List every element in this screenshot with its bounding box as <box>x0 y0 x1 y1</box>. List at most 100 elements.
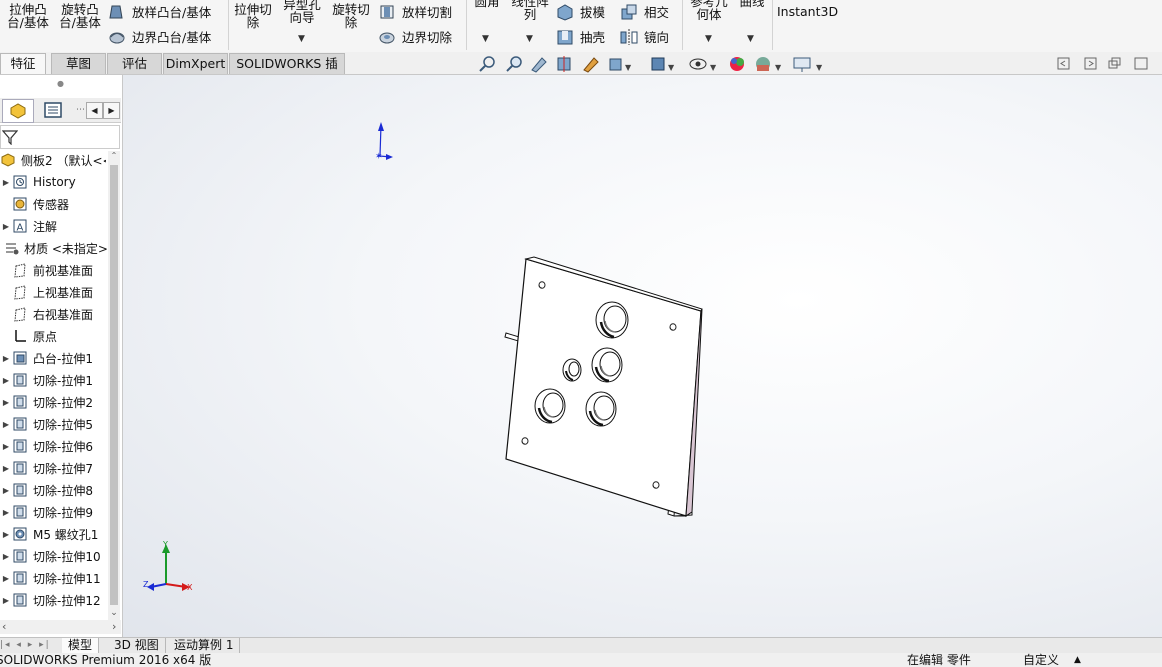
tree-filter-box[interactable] <box>0 125 120 149</box>
instant3d-button[interactable]: Instant3D <box>777 5 838 18</box>
loft-boss-button[interactable]: 放样凸台/基体 <box>108 2 211 21</box>
intersect-button[interactable]: 相交 <box>620 2 669 21</box>
view-settings-icon[interactable]: ▼ <box>793 57 823 72</box>
curves-button[interactable]: 曲线 <box>736 0 768 8</box>
tree-item[interactable]: 传感器 <box>0 194 108 214</box>
part-model[interactable] <box>504 256 703 517</box>
tab-solidworks-addins[interactable]: SOLIDWORKS 插件 <box>229 53 345 91</box>
tree-item[interactable]: ▶ 切除-拉伸9 <box>0 502 108 522</box>
section-view-icon[interactable] <box>557 56 571 72</box>
scroll-right-icon[interactable]: › <box>112 620 116 633</box>
dynamic-annotation-icon[interactable] <box>583 57 599 73</box>
shell-button[interactable]: 抽壳 <box>556 27 605 46</box>
tree-item[interactable]: ▶ 切除-拉伸7 <box>0 458 108 478</box>
tab-3d-view[interactable]: 3D 视图 <box>108 638 166 653</box>
tab-sketch[interactable]: 草图 <box>51 53 106 74</box>
tab-motion-study[interactable]: 运动算例 1 <box>168 638 241 653</box>
tab-features[interactable]: 特征 <box>0 53 46 74</box>
graphics-area[interactable]: ✶ Y X Z <box>123 75 1162 637</box>
tree-item[interactable]: ▶ 切除-拉伸8 <box>0 480 108 500</box>
edit-appearance-icon[interactable] <box>730 57 744 71</box>
mirror-button[interactable]: 镜向 <box>620 27 669 46</box>
curves-dropdown-icon[interactable]: ▼ <box>747 34 754 44</box>
apply-scene-icon[interactable]: ▼ <box>756 57 782 72</box>
panel-grip-icon[interactable]: ● <box>0 80 121 88</box>
configuration-manager-tab[interactable]: ⋯ <box>76 99 85 121</box>
unit-system-dropdown-icon[interactable]: ▲ <box>1074 653 1081 667</box>
draft-button[interactable]: 拔模 <box>556 2 605 21</box>
expand-arrow-icon[interactable]: ▶ <box>0 464 12 473</box>
scroll-thumb[interactable] <box>110 165 118 605</box>
tree-item[interactable]: ▶ A 注解 <box>0 216 108 236</box>
tree-item[interactable]: ▶ 凸台-拉伸1 <box>0 348 108 368</box>
expand-arrow-icon[interactable]: ▶ <box>0 552 12 561</box>
tree-vertical-scrollbar[interactable]: ⌃ ⌄ <box>108 151 120 622</box>
expand-arrow-icon[interactable]: ▶ <box>0 178 12 187</box>
tree-item[interactable]: ▶ 切除-拉伸10 <box>0 546 108 566</box>
restore-right-icon[interactable] <box>1084 57 1097 70</box>
expand-arrow-icon[interactable]: ▶ <box>0 354 12 363</box>
tree-item[interactable]: 前视基准面 <box>0 260 108 280</box>
boundary-boss-button[interactable]: 边界凸台/基体 <box>108 27 211 46</box>
tree-item[interactable]: 上视基准面 <box>0 282 108 302</box>
expand-arrow-icon[interactable]: ▶ <box>0 508 12 517</box>
feature-manager-tab[interactable] <box>2 99 34 123</box>
revolve-boss-button[interactable]: 旋转凸 台/基体 <box>56 3 104 29</box>
tab-model[interactable]: 模型 <box>62 638 100 653</box>
previous-view-icon[interactable] <box>531 57 547 73</box>
zoom-to-area-icon[interactable] <box>506 56 522 72</box>
maximize-window-icon[interactable] <box>1134 57 1148 70</box>
fillet-button[interactable]: 圆角 <box>470 0 504 8</box>
tree-item[interactable]: ▶ 切除-拉伸12 <box>0 590 108 610</box>
tree-item[interactable]: 材质 <未指定> <box>0 238 108 258</box>
loft-cut-button[interactable]: 放样切割 <box>378 2 452 21</box>
scroll-left-icon[interactable]: ‹ <box>2 620 6 633</box>
linear-pattern-button[interactable]: 线性阵 列 <box>507 0 553 21</box>
tab-navigation-arrows-icon[interactable]: |◂ ◂ ▸ ▸| <box>0 638 62 653</box>
tree-item[interactable]: ▶ 切除-拉伸11 <box>0 568 108 588</box>
tree-item[interactable]: ▶ History <box>0 172 108 192</box>
zoom-to-fit-icon[interactable] <box>479 56 495 72</box>
expand-arrow-icon[interactable]: ▶ <box>0 442 12 451</box>
tab-evaluate[interactable]: 评估 <box>107 53 162 74</box>
expand-arrow-icon[interactable]: ▶ <box>0 486 12 495</box>
tree-root-part[interactable]: 侧板2 （默认<<默认>_显示状态 1>） <box>0 150 106 170</box>
hole-wizard-button[interactable]: 异型孔 向导 <box>279 0 325 24</box>
revolve-cut-button[interactable]: 旋转切 除 <box>328 3 374 29</box>
tabs-scroll-right-icon[interactable]: ▶ <box>103 102 120 119</box>
extrude-boss-button[interactable]: 拉伸凸 台/基体 <box>4 3 52 29</box>
tree-item[interactable]: 原点 <box>0 326 108 346</box>
tree-item[interactable]: ▶ 切除-拉伸2 <box>0 392 108 412</box>
expand-arrow-icon[interactable]: ▶ <box>0 398 12 407</box>
reference-geometry-button[interactable]: 参考几 何体 <box>686 0 732 21</box>
tree-item[interactable]: ▶ 切除-拉伸6 <box>0 436 108 456</box>
tree-horizontal-scrollbar[interactable]: ‹ › <box>0 620 121 634</box>
fillet-dropdown-icon[interactable]: ▼ <box>482 34 489 44</box>
property-manager-tab[interactable] <box>38 99 68 121</box>
pattern-dropdown-icon[interactable]: ▼ <box>526 34 533 44</box>
view-orientation-icon[interactable]: ▼ <box>609 58 632 72</box>
restore-left-icon[interactable] <box>1057 57 1070 70</box>
reference-geometry-dropdown-icon[interactable]: ▼ <box>705 34 712 44</box>
tree-item[interactable]: ▶ 切除-拉伸1 <box>0 370 108 390</box>
tabs-scroll-left-icon[interactable]: ◀ <box>86 102 103 119</box>
expand-arrow-icon[interactable]: ▶ <box>0 530 12 539</box>
expand-arrow-icon[interactable]: ▶ <box>0 222 12 231</box>
tab-dimxpert[interactable]: DimXpert <box>163 53 228 74</box>
tree-item[interactable]: ▶ M5 螺纹孔1 <box>0 524 108 544</box>
tree-item[interactable]: 右视基准面 <box>0 304 108 324</box>
expand-arrow-icon[interactable]: ▶ <box>0 596 12 605</box>
boundary-cut-button[interactable]: 边界切除 <box>378 27 452 46</box>
scroll-down-icon[interactable]: ⌄ <box>108 608 120 620</box>
restore-window-icon[interactable] <box>1108 57 1121 69</box>
scroll-up-icon[interactable]: ⌃ <box>108 151 120 163</box>
expand-arrow-icon[interactable]: ▶ <box>0 376 12 385</box>
expand-arrow-icon[interactable]: ▶ <box>0 574 12 583</box>
extrude-cut-button[interactable]: 拉伸切 除 <box>230 3 276 29</box>
tree-item[interactable]: ▶ 切除-拉伸5 <box>0 414 108 434</box>
unit-system-selector[interactable]: 自定义 <box>1023 653 1059 667</box>
expand-arrow-icon[interactable]: ▶ <box>0 420 12 429</box>
display-style-icon[interactable]: ▼ <box>651 57 675 72</box>
hide-show-items-icon[interactable]: ▼ <box>689 58 717 72</box>
hole-wizard-dropdown-icon[interactable]: ▼ <box>298 34 305 44</box>
